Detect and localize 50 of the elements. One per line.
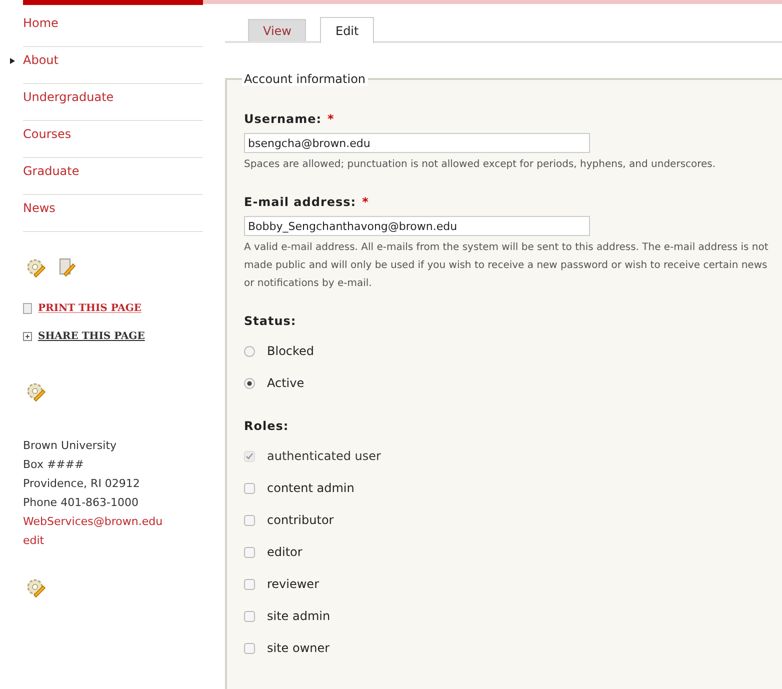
print-link[interactable]: PRINT THIS PAGE (38, 303, 142, 314)
option-label: content admin (267, 481, 354, 495)
page-icon (23, 303, 32, 314)
address-line: Providence, RI 02912 (23, 476, 140, 492)
nav-link[interactable]: Home (23, 16, 58, 30)
checkbox[interactable] (244, 578, 255, 590)
option-label: site admin (267, 609, 330, 623)
tab[interactable]: Edit (320, 17, 374, 43)
checkbox[interactable] (244, 642, 255, 654)
nav-link[interactable]: About (23, 53, 58, 67)
radio-button[interactable] (244, 378, 255, 388)
edit-link[interactable]: edit (23, 531, 44, 550)
option-label: editor (267, 545, 302, 559)
help-text: Spaces are allowed; punctuation is not allowed except for periods, hyphens, and underscores. (244, 158, 717, 172)
email-field[interactable]: Bobby_Sengchanthavong@brown.edu (244, 216, 590, 236)
checkbox[interactable] (244, 546, 255, 558)
option-label: Blocked (267, 344, 314, 358)
nav-link[interactable]: News (23, 201, 56, 215)
option-label: Active (267, 376, 304, 390)
required-mark: * (328, 112, 334, 126)
required-mark: * (362, 195, 369, 209)
option-label: site owner (267, 641, 330, 655)
page-pencil-icon[interactable] (58, 258, 76, 278)
gear-pencil-icon[interactable] (26, 382, 46, 402)
username-field[interactable]: bsengcha@brown.edu (244, 133, 590, 153)
nav-link[interactable]: Courses (23, 127, 72, 141)
option-label: reviewer (267, 577, 320, 591)
gear-pencil-icon[interactable] (26, 578, 46, 598)
field-label: Username: (244, 112, 322, 126)
nav-link[interactable]: Graduate (23, 164, 80, 178)
address-line: Box #### (23, 457, 84, 473)
field-label: E-mail address: (244, 195, 356, 209)
checkbox[interactable] (244, 482, 255, 494)
email-link[interactable]: WebServices@brown.edu (23, 512, 163, 531)
tab[interactable]: View (248, 19, 306, 41)
fieldset-legend: Account information (242, 72, 368, 86)
help-text: A valid e-mail address. All e-mails from the system will be sent to this address. The e-mail address is not made public and will only be used if you wish to receive a new password or wish to receive certain news or notifications by e-mail. (244, 241, 770, 291)
field-label: Status: (244, 314, 296, 328)
plus-box-icon (23, 332, 32, 341)
checkbox[interactable] (244, 610, 255, 622)
address-line: Brown University (23, 438, 117, 454)
radio-button[interactable] (244, 346, 255, 356)
option-label: contributor (267, 513, 334, 527)
nav-link[interactable]: Undergraduate (23, 90, 114, 104)
field-label: Roles: (244, 419, 289, 433)
option-label: authenticated user (267, 449, 381, 463)
address-line: Phone 401-863-1000 (23, 495, 138, 511)
gear-pencil-icon[interactable] (26, 258, 46, 278)
share-link[interactable]: SHARE THIS PAGE (38, 331, 145, 342)
checkbox[interactable] (244, 514, 255, 526)
